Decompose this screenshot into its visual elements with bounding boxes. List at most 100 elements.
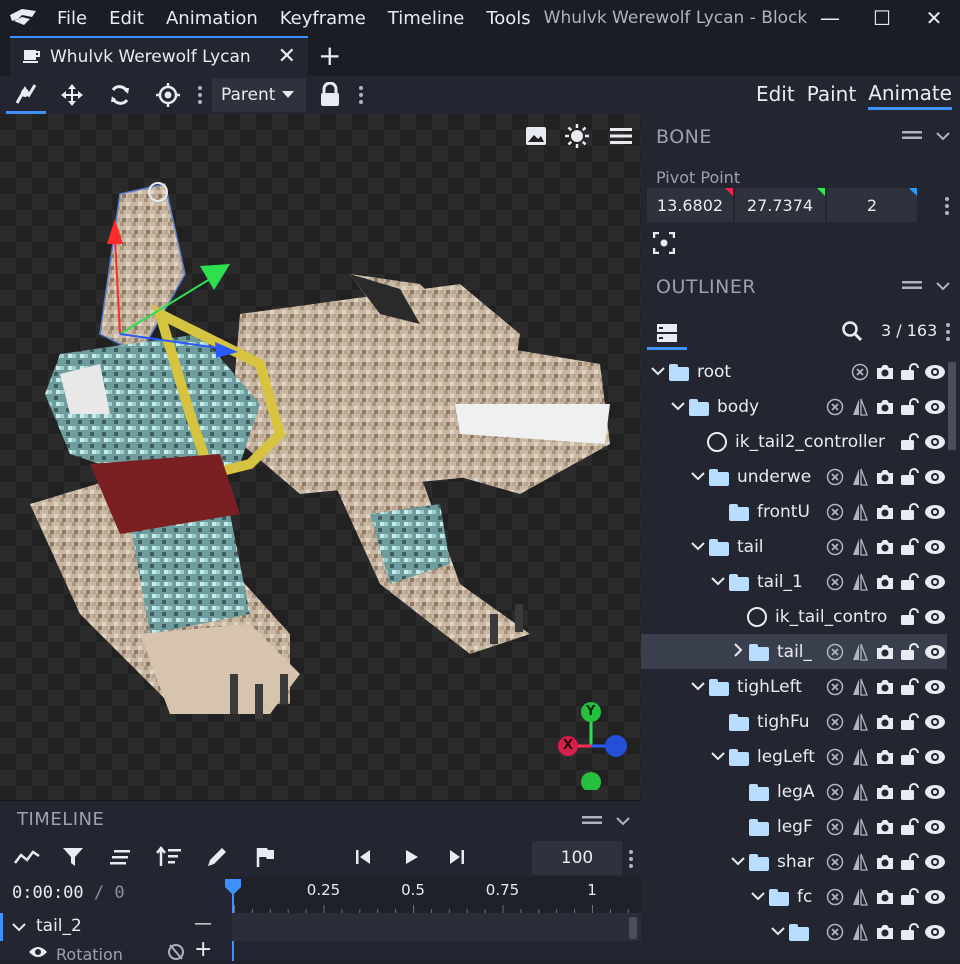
mode-edit[interactable]: Edit	[756, 82, 795, 108]
camera-icon[interactable]	[872, 362, 897, 382]
panel-drag-icon[interactable]	[902, 126, 922, 145]
eye-icon[interactable]	[922, 817, 947, 837]
visibility-toggle-icon[interactable]	[822, 782, 847, 802]
add-keyframe-button[interactable]: +	[194, 937, 212, 962]
rotate-tool-button[interactable]	[100, 76, 140, 114]
outliner-item-underwe[interactable]: underwe	[641, 459, 947, 494]
eye-icon[interactable]	[922, 607, 947, 627]
eye-icon[interactable]	[922, 362, 947, 382]
eye-icon[interactable]	[922, 537, 947, 557]
chevron-down-icon[interactable]	[769, 924, 787, 940]
camera-icon[interactable]	[872, 467, 897, 487]
edit-keyframe-button[interactable]	[202, 843, 232, 871]
mirror-icon[interactable]	[847, 537, 872, 557]
mirror-icon[interactable]	[847, 852, 872, 872]
toolbar-more-icon[interactable]	[196, 84, 204, 106]
timeline-scrollbar[interactable]	[629, 917, 637, 939]
outliner-scrollbar[interactable]	[948, 362, 956, 450]
visibility-toggle-icon[interactable]	[822, 677, 847, 697]
menu-tools[interactable]: Tools	[475, 8, 541, 29]
visibility-toggle-icon[interactable]	[822, 852, 847, 872]
pivot-z-input[interactable]: 2	[827, 188, 917, 222]
eye-icon[interactable]	[922, 887, 947, 907]
pivot-x-input[interactable]: 13.6802	[647, 188, 733, 222]
chevron-down-icon[interactable]	[709, 574, 727, 590]
chevron-down-icon[interactable]	[12, 922, 26, 932]
3d-viewport[interactable]: Y X	[0, 114, 641, 800]
mirror-icon[interactable]	[847, 887, 872, 907]
transform-space-select[interactable]: Parent	[212, 78, 306, 112]
camera-icon[interactable]	[872, 712, 897, 732]
eye-icon[interactable]	[922, 397, 947, 417]
eye-icon[interactable]	[922, 852, 947, 872]
pivot-point-tool-button[interactable]	[148, 76, 188, 114]
outliner-item-legA[interactable]: legA	[641, 774, 947, 809]
visibility-toggle-icon[interactable]	[822, 922, 847, 942]
camera-icon[interactable]	[872, 887, 897, 907]
chevron-down-icon[interactable]	[689, 469, 707, 485]
eye-icon[interactable]	[922, 432, 947, 452]
outliner-item-tail_[interactable]: tail_	[641, 634, 947, 669]
menu-edit[interactable]: Edit	[98, 8, 155, 29]
unlock-icon[interactable]	[897, 642, 922, 662]
pivot-more-icon[interactable]	[944, 196, 950, 220]
outliner-item-legLeft[interactable]: legLeft	[641, 739, 947, 774]
mode-paint[interactable]: Paint	[807, 82, 857, 108]
unlock-icon[interactable]	[897, 572, 922, 592]
camera-icon[interactable]	[872, 817, 897, 837]
previous-frame-button[interactable]	[348, 843, 378, 871]
outliner-item-legF[interactable]: legF	[641, 809, 947, 844]
eye-icon[interactable]	[922, 747, 947, 767]
visibility-toggle-icon[interactable]	[822, 572, 847, 592]
lock-button[interactable]	[310, 76, 350, 114]
camera-icon[interactable]	[872, 502, 897, 522]
visibility-toggle-icon[interactable]	[822, 397, 847, 417]
outliner-item-frontU[interactable]: frontU	[641, 494, 947, 529]
camera-icon[interactable]	[872, 572, 897, 592]
outliner-item-fc[interactable]: fc	[641, 879, 947, 914]
unlock-icon[interactable]	[897, 677, 922, 697]
chevron-down-icon[interactable]	[709, 749, 727, 765]
pivot-y-input[interactable]: 27.7374	[735, 188, 825, 222]
visibility-toggle-icon[interactable]	[822, 642, 847, 662]
next-frame-button[interactable]	[442, 843, 472, 871]
outliner-item-ik_tail2_controller[interactable]: ik_tail2_controller	[641, 424, 947, 459]
outliner-item-shar[interactable]: shar	[641, 844, 947, 879]
visibility-toggle-icon[interactable]	[822, 817, 847, 837]
unlock-icon[interactable]	[897, 887, 922, 907]
menu-keyframe[interactable]: Keyframe	[269, 8, 377, 29]
mirror-icon[interactable]	[847, 677, 872, 697]
visibility-toggle-icon[interactable]	[822, 712, 847, 732]
mirror-icon[interactable]	[847, 642, 872, 662]
mirror-icon[interactable]	[847, 467, 872, 487]
eye-icon[interactable]	[922, 922, 947, 942]
unlock-icon[interactable]	[897, 852, 922, 872]
timeline-row-bone[interactable]: tail_2 —	[0, 913, 641, 941]
visibility-toggle-icon[interactable]	[822, 537, 847, 557]
eye-icon[interactable]	[922, 502, 947, 522]
outliner-item-tighFu[interactable]: tighFu	[641, 704, 947, 739]
eye-icon[interactable]	[922, 712, 947, 732]
visibility-toggle-icon[interactable]	[822, 502, 847, 522]
eye-icon[interactable]	[922, 642, 947, 662]
close-window-button[interactable]: ✕	[908, 0, 960, 36]
camera-icon[interactable]	[872, 782, 897, 802]
toolbar-more-icon-2[interactable]	[357, 84, 365, 106]
outliner-tab[interactable]	[647, 318, 687, 350]
new-tab-button[interactable]: +	[318, 39, 341, 72]
chevron-down-icon[interactable]	[729, 854, 747, 870]
visibility-toggle-icon[interactable]	[847, 362, 872, 382]
mode-animate[interactable]: Animate	[868, 81, 952, 110]
camera-icon[interactable]	[872, 537, 897, 557]
pivot-tool-button[interactable]	[6, 76, 46, 114]
mirror-icon[interactable]	[847, 397, 872, 417]
marker-button[interactable]	[250, 843, 280, 871]
visibility-toggle-icon[interactable]	[822, 887, 847, 907]
camera-icon[interactable]	[872, 397, 897, 417]
outliner-collapse-icon[interactable]	[936, 276, 950, 295]
mirror-icon[interactable]	[847, 782, 872, 802]
channels-button[interactable]	[106, 843, 136, 871]
graph-editor-button[interactable]	[12, 843, 42, 871]
unlock-icon[interactable]	[897, 782, 922, 802]
timeline-row-channel[interactable]: Rotation +	[0, 937, 641, 964]
